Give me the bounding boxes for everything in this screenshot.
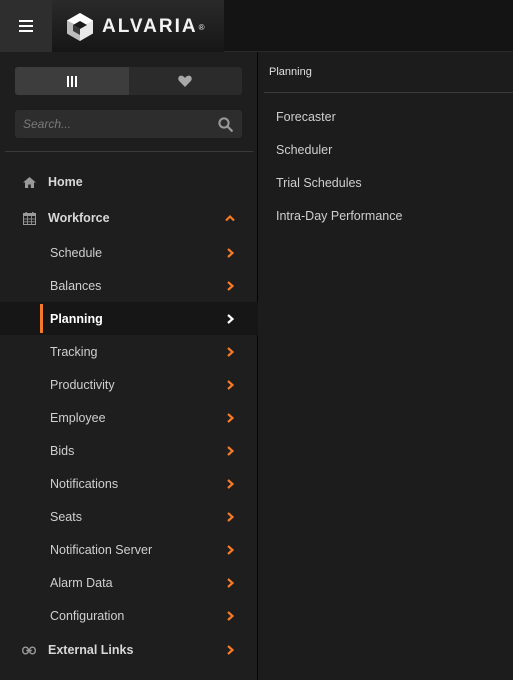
- panel-title: Planning: [269, 66, 312, 78]
- submenu-panel: Planning Forecaster Scheduler Trial Sche…: [259, 52, 513, 680]
- sidebar-subitem-notifications[interactable]: Notifications: [0, 467, 258, 500]
- chevron-right-icon: [227, 379, 235, 390]
- link-icon: [22, 643, 36, 657]
- top-bar-right: [224, 0, 513, 52]
- sidebar-divider: [5, 151, 253, 152]
- brand-registered-mark: ®: [198, 22, 205, 32]
- sidebar-subitem-label: Productivity: [50, 377, 115, 392]
- sidebar-subitem-bids[interactable]: Bids: [0, 434, 258, 467]
- home-icon: [22, 175, 36, 189]
- sidebar-subitem-label: Employee: [50, 410, 106, 425]
- sidebar-subitem-planning[interactable]: Planning: [0, 302, 258, 335]
- chevron-right-icon: [227, 412, 235, 423]
- panel-links: Forecaster Scheduler Trial Schedules Int…: [276, 110, 402, 242]
- sidebar-item-label: External Links: [48, 643, 134, 657]
- sidebar-item-label: Home: [48, 175, 83, 189]
- brand-name: ALVARIA: [102, 16, 198, 37]
- hamburger-icon: [19, 20, 33, 32]
- sidebar-nav: Home Workforce Schedule Balances Plannin…: [0, 164, 258, 668]
- chevron-right-icon: [227, 247, 235, 258]
- sidebar-subitem-label: Planning: [50, 311, 103, 326]
- sidebar-subitem-configuration[interactable]: Configuration: [0, 599, 258, 632]
- sidebar-subitem-label: Balances: [50, 278, 102, 293]
- heart-icon: [178, 75, 192, 87]
- chevron-right-icon: [227, 346, 235, 357]
- calendar-icon: [22, 211, 36, 225]
- sidebar: Home Workforce Schedule: [0, 52, 258, 680]
- chevron-right-icon: [227, 577, 235, 588]
- sidebar-subitem-label: Notification Server: [50, 542, 153, 557]
- sidebar-subitem-tracking[interactable]: Tracking: [0, 335, 258, 368]
- chevron-up-icon: [225, 214, 235, 222]
- sidebar-subitem-label: Bids: [50, 443, 75, 458]
- link-intra-day-performance[interactable]: Intra-Day Performance: [276, 209, 402, 242]
- sidebar-subitem-label: Configuration: [50, 608, 125, 623]
- link-forecaster[interactable]: Forecaster: [276, 110, 402, 143]
- sidebar-subitem-productivity[interactable]: Productivity: [0, 368, 258, 401]
- sidebar-subitem-seats[interactable]: Seats: [0, 500, 258, 533]
- link-scheduler[interactable]: Scheduler: [276, 143, 402, 176]
- chevron-right-icon: [227, 478, 235, 489]
- menu-button[interactable]: [0, 0, 52, 52]
- all-menu-toggle[interactable]: [15, 67, 129, 95]
- chevron-right-icon: [227, 280, 235, 291]
- link-trial-schedules[interactable]: Trial Schedules: [276, 176, 402, 209]
- top-bar: ALVARIA ®: [0, 0, 513, 52]
- sidebar-subitem-label: Alarm Data: [50, 575, 113, 590]
- sidebar-subitem-balances[interactable]: Balances: [0, 269, 258, 302]
- sidebar-subitem-notification-server[interactable]: Notification Server: [0, 533, 258, 566]
- alvaria-logo-icon: [67, 13, 93, 41]
- sidebar-item-workforce[interactable]: Workforce: [0, 200, 258, 236]
- active-indicator: [40, 304, 43, 333]
- chevron-right-icon: [227, 313, 235, 324]
- chevron-right-icon: [227, 544, 235, 555]
- sidebar-item-label: Workforce: [48, 211, 110, 225]
- sidebar-subitem-label: Tracking: [50, 344, 98, 359]
- sidebar-subitem-label: Notifications: [50, 476, 119, 491]
- sidebar-subitem-schedule[interactable]: Schedule: [0, 236, 258, 269]
- sidebar-subitem-employee[interactable]: Employee: [0, 401, 258, 434]
- search-box: [15, 110, 242, 138]
- sidebar-subitem-label: Seats: [50, 509, 82, 524]
- sidebar-item-home[interactable]: Home: [0, 164, 258, 200]
- sidebar-subitem-alarm-data[interactable]: Alarm Data: [0, 566, 258, 599]
- chevron-right-icon: [227, 610, 235, 621]
- search-input[interactable]: [15, 110, 215, 138]
- brand-logo: ALVARIA ®: [66, 12, 205, 42]
- columns-icon: [66, 75, 77, 87]
- panel-divider: [264, 92, 513, 93]
- search-icon[interactable]: [218, 117, 233, 132]
- chevron-right-icon: [227, 445, 235, 456]
- favorites-toggle[interactable]: [129, 67, 243, 95]
- view-toggle: [15, 67, 242, 95]
- chevron-right-icon: [227, 645, 235, 655]
- chevron-right-icon: [227, 511, 235, 522]
- sidebar-subitem-label: Schedule: [50, 245, 103, 260]
- sidebar-item-external-links[interactable]: External Links: [0, 632, 258, 668]
